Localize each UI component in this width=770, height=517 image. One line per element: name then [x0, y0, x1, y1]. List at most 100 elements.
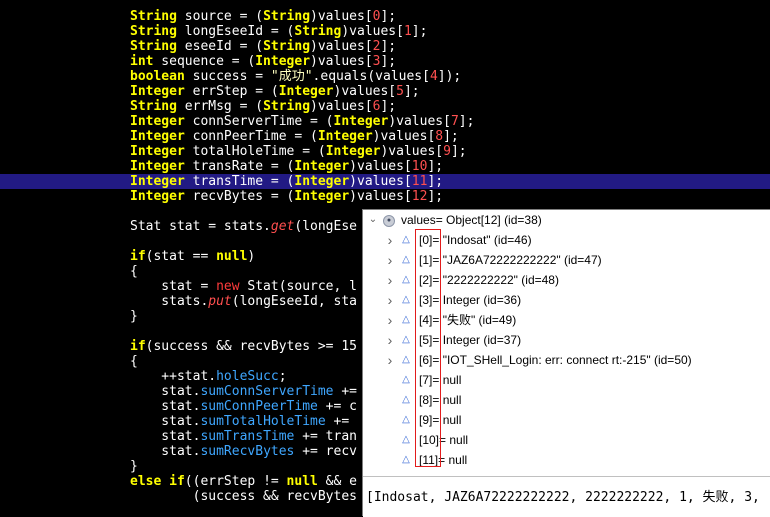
- code-token: )values[: [310, 99, 373, 114]
- code-token: sumConnPeerTime: [200, 399, 318, 414]
- code-line[interactable]: String longEseeId = (String)values[1];: [0, 24, 770, 39]
- code-token: source = (: [176, 9, 264, 24]
- array-element-icon: △: [402, 434, 410, 445]
- code-token: += tran: [294, 429, 357, 444]
- code-token: ];: [427, 159, 444, 174]
- code-token: 4: [429, 69, 438, 84]
- code-token: transRate = (: [184, 159, 295, 174]
- code-token: }: [130, 309, 138, 324]
- detail-pane[interactable]: [Indosat, JAZ6A72222222222, 2222222222, …: [363, 476, 770, 517]
- code-line[interactable]: Integer transRate = (Integer)values[10];: [0, 159, 770, 174]
- element-value: Integer (id=37): [442, 333, 522, 347]
- element-value: "Indosat" (id=46): [442, 233, 532, 247]
- annotation-highlight-box: [415, 229, 441, 467]
- code-token: get: [270, 219, 295, 234]
- tree-item-label: [1]= "JAZ6A72222222222" (id=47): [419, 250, 602, 270]
- element-value: null: [442, 413, 462, 427]
- code-token: 1: [403, 24, 412, 39]
- code-line[interactable]: Integer transTime = (Integer)values[11];: [0, 174, 770, 189]
- collapse-chevron-icon[interactable]: ⌄: [368, 210, 378, 230]
- code-token: (stat ==: [145, 249, 217, 264]
- array-element-icon: △: [402, 234, 410, 245]
- code-token: ];: [380, 54, 397, 69]
- code-token: 7: [450, 114, 459, 129]
- code-token: String: [294, 24, 342, 39]
- code-line-text: Integer errStep = (Integer)values[5];: [130, 84, 420, 99]
- code-token: (longEseeId, sta: [231, 294, 357, 309]
- code-token: (success && recvBytes >= 15: [145, 339, 357, 354]
- array-element-icon: △: [402, 354, 410, 365]
- code-token: ];: [403, 84, 420, 99]
- expand-chevron-icon[interactable]: ›: [385, 270, 395, 290]
- code-line-text: }: [130, 459, 138, 474]
- array-element-icon: △: [402, 254, 410, 265]
- code-line-text: String eseeId = (String)values[2];: [130, 39, 396, 54]
- code-line[interactable]: String errMsg = (String)values[6];: [0, 99, 770, 114]
- code-line-text: (success && recvBytes: [130, 489, 357, 504]
- code-token: Integer: [130, 114, 185, 129]
- code-line[interactable]: String eseeId = (String)values[2];: [0, 39, 770, 54]
- code-line-text: stats.put(longEseeId, sta: [130, 294, 357, 309]
- code-line-text: {: [130, 264, 138, 279]
- code-token: totalHoleTime = (: [184, 144, 326, 159]
- element-value: Integer (id=36): [442, 293, 522, 307]
- expand-chevron-icon[interactable]: ›: [385, 290, 395, 310]
- code-token: ];: [443, 129, 459, 144]
- array-element-icon: △: [402, 294, 410, 305]
- code-line[interactable]: Integer recvBytes = (Integer)values[12];: [0, 189, 770, 204]
- expand-chevron-icon[interactable]: ›: [385, 330, 395, 350]
- code-token: stat =: [130, 279, 217, 294]
- code-token: success =: [184, 69, 271, 84]
- code-line-text: stat.sumConnPeerTime += c: [130, 399, 357, 414]
- code-token: connServerTime = (: [184, 114, 334, 129]
- code-line[interactable]: Integer connServerTime = (Integer)values…: [0, 114, 770, 129]
- code-token: ;: [278, 369, 287, 384]
- code-token: )values[: [372, 129, 436, 144]
- expand-chevron-icon[interactable]: ›: [385, 250, 395, 270]
- code-token: ];: [380, 9, 397, 24]
- code-token: && e: [317, 474, 357, 489]
- code-token: Integer: [130, 189, 185, 204]
- code-token: += c: [317, 399, 357, 414]
- code-line-text: String longEseeId = (String)values[1];: [130, 24, 427, 39]
- element-value: "JAZ6A72222222222" (id=47): [442, 253, 602, 267]
- code-token: )values[: [349, 159, 412, 174]
- code-token: +=: [333, 384, 357, 399]
- code-token: stats.: [130, 294, 209, 309]
- code-token: sequence = (: [153, 54, 256, 69]
- code-token: null: [216, 249, 248, 264]
- code-token: Integer: [294, 159, 350, 174]
- code-token: if: [130, 249, 146, 264]
- code-line-text: if(stat == null): [130, 249, 255, 264]
- code-token: "成功": [270, 69, 313, 84]
- code-line[interactable]: String source = (String)values[0];: [0, 9, 770, 24]
- code-token: Integer: [130, 144, 185, 159]
- code-token: transTime = (: [184, 174, 295, 189]
- code-token: }: [130, 459, 138, 474]
- code-line[interactable]: Integer totalHoleTime = (Integer)values[…: [0, 144, 770, 159]
- code-line-text: boolean success = "成功".equals(values[4])…: [130, 69, 461, 84]
- code-line[interactable]: int sequence = (Integer)values[3];: [0, 54, 770, 69]
- code-token: Integer: [130, 159, 185, 174]
- code-token: {: [130, 354, 138, 369]
- code-line-text: Integer totalHoleTime = (Integer)values[…: [130, 144, 467, 159]
- code-line[interactable]: boolean success = "成功".equals(values[4])…: [0, 69, 770, 84]
- code-line[interactable]: Integer connPeerTime = (Integer)values[8…: [0, 129, 770, 144]
- code-token: )values[: [388, 114, 451, 129]
- code-token: Integer: [317, 129, 373, 144]
- code-token: ((errStep !=: [184, 474, 287, 489]
- code-token: put: [208, 294, 232, 309]
- expand-chevron-icon[interactable]: ›: [385, 350, 395, 370]
- code-token: sumRecvBytes: [200, 444, 295, 459]
- code-token: ];: [411, 24, 428, 39]
- code-token: Integer: [278, 84, 334, 99]
- code-token: )values[: [333, 84, 397, 99]
- tree-root-row[interactable]: ⌄ ● values= Object[12] (id=38): [363, 210, 770, 230]
- code-line[interactable]: Integer errStep = (Integer)values[5];: [0, 84, 770, 99]
- code-token: ];: [380, 99, 397, 114]
- code-line-text: ++stat.holeSucc;: [130, 369, 287, 384]
- expand-chevron-icon[interactable]: ›: [385, 230, 395, 250]
- code-token: Integer: [325, 144, 381, 159]
- code-token: )values[: [349, 189, 412, 204]
- expand-chevron-icon[interactable]: ›: [385, 310, 395, 330]
